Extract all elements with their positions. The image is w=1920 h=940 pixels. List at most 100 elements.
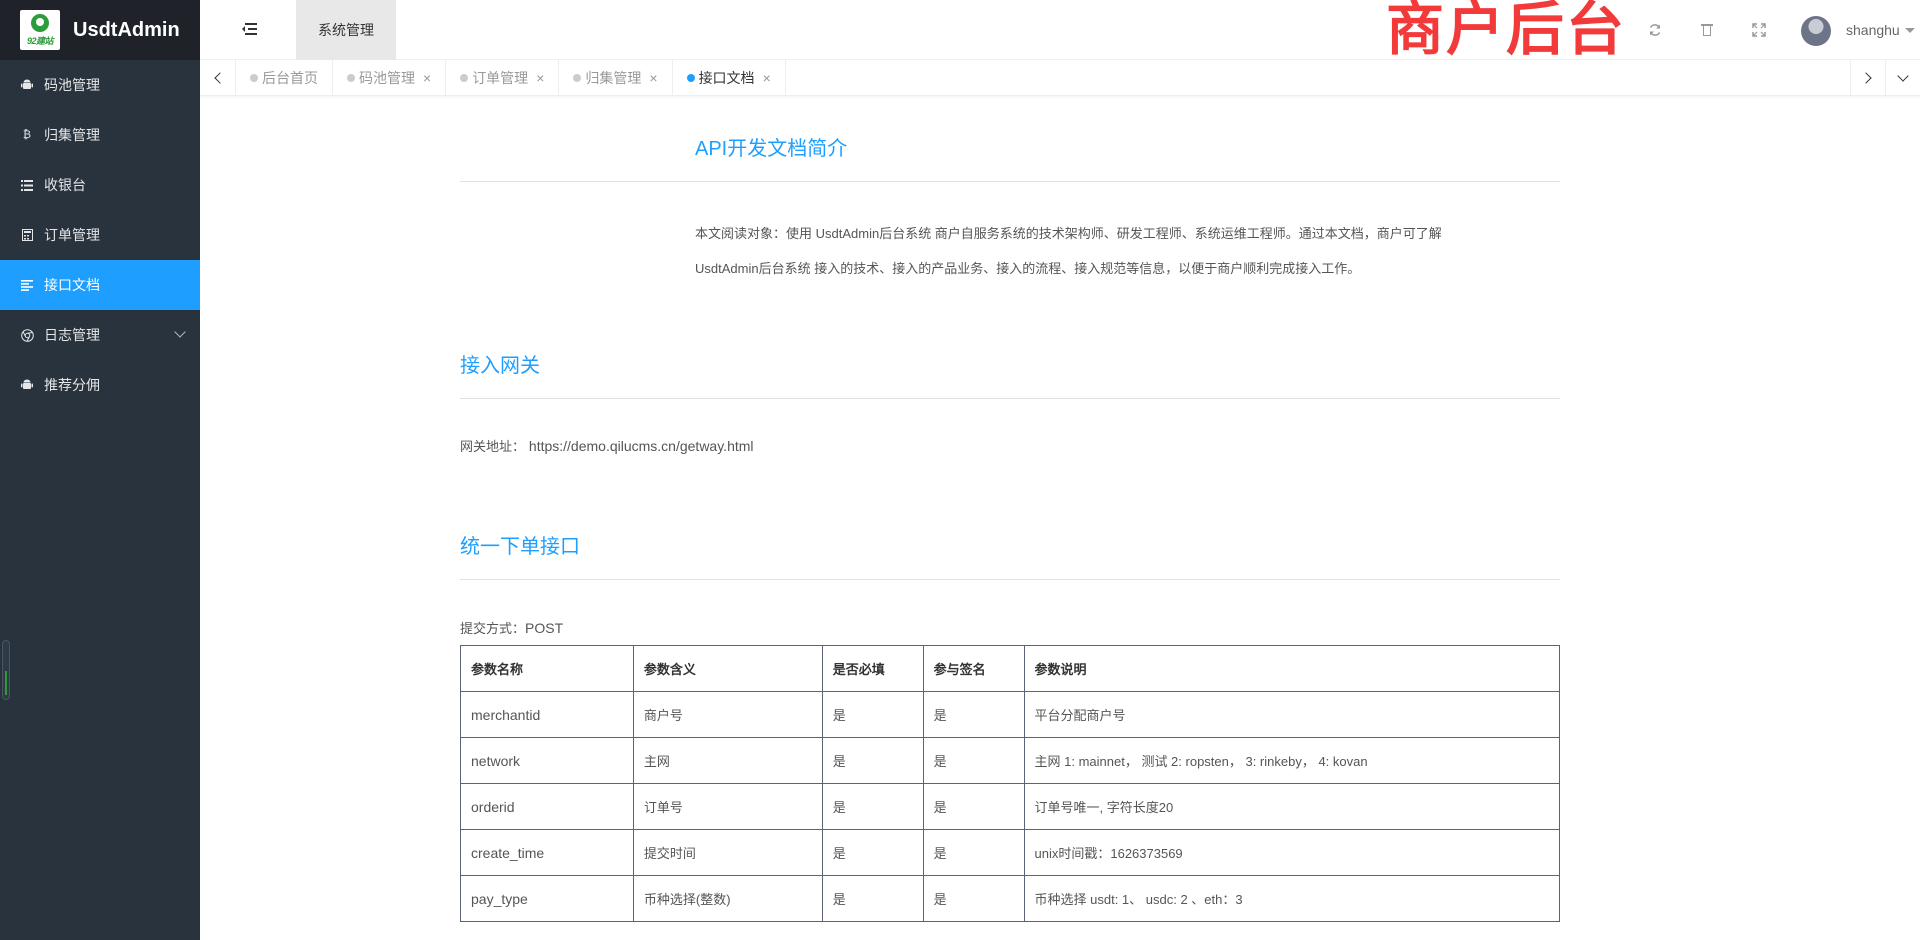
table-cell: 是 <box>922 783 1025 830</box>
sidebar-item-orders[interactable]: 订单管理 <box>0 210 200 260</box>
system-management-tab[interactable]: 系统管理 <box>296 0 396 60</box>
table-cell: 币种选择 usdt: 1、 usdc: 2 、eth：3 <box>1023 875 1560 922</box>
sidebar-item-logs[interactable]: 日志管理 <box>0 310 200 360</box>
intro-line: 本文阅读对象：使用 UsdtAdmin后台系统 商户自服务系统的技术架构师、研发… <box>695 226 1442 241</box>
tabs-prev-button[interactable] <box>200 60 236 96</box>
column-header: 参数含义 <box>632 645 823 692</box>
tab-label: 后台首页 <box>262 70 318 86</box>
top-header: 系统管理 商户后台 shanghu <box>200 0 1920 60</box>
params-table: 参数名称 参数含义 是否必填 参与签名 参数说明 merchantid 商户号 … <box>460 645 1560 922</box>
chevron-down-icon <box>174 326 186 338</box>
tab-label: 接口文档 <box>698 70 755 86</box>
table-row: network 主网 是 是 主网 1: mainnet， 测试 2: rops… <box>460 737 1560 784</box>
page-tabs-bar: 后台首页 码池管理 × 订单管理 × 归集管理 × 接口文档 × <box>200 60 1920 96</box>
username[interactable]: shanghu <box>1846 22 1900 38</box>
table-cell: 是 <box>821 783 924 830</box>
close-icon[interactable]: × <box>536 70 544 86</box>
caret-down-icon[interactable] <box>1905 28 1915 33</box>
table-cell: merchantid <box>460 691 634 738</box>
table-cell: unix时间戳：1626373569 <box>1023 829 1560 876</box>
android-icon <box>20 78 34 92</box>
sidebar: 92建站 UsdtAdmin 码池管理 ₿ 归集管理 收银台 订单管理 接口文档… <box>0 0 200 940</box>
tab-dot <box>573 74 582 82</box>
avatar[interactable] <box>1801 16 1831 46</box>
table-cell: 订单号唯一, 字符长度20 <box>1023 783 1560 830</box>
calculator-icon <box>20 228 34 242</box>
table-cell: pay_type <box>460 875 634 922</box>
sidebar-item-cashier[interactable]: 收银台 <box>0 160 200 210</box>
table-cell: 是 <box>821 737 924 784</box>
tab-list: 后台首页 码池管理 × 订单管理 × 归集管理 × 接口文档 × <box>236 60 786 96</box>
table-cell: 是 <box>922 829 1025 876</box>
intro-paragraph: 本文阅读对象：使用 UsdtAdmin后台系统 商户自服务系统的技术架构师、研发… <box>695 216 1535 286</box>
tab-orders[interactable]: 订单管理 × <box>446 60 560 96</box>
sidebar-item-label: 订单管理 <box>44 227 100 243</box>
tabs-next-button[interactable] <box>1850 60 1885 96</box>
table-cell: 币种选择(整数) <box>632 875 823 922</box>
tab-label: 归集管理 <box>585 70 642 86</box>
sidebar-item-code-pool[interactable]: 码池管理 <box>0 60 200 110</box>
tab-api-docs[interactable]: 接口文档 × <box>673 60 786 96</box>
refresh-icon[interactable] <box>1647 22 1663 38</box>
sidebar-item-label: 推荐分佣 <box>44 377 100 393</box>
tab-collection[interactable]: 归集管理 × <box>559 60 673 96</box>
chevron-left-icon <box>213 72 226 84</box>
table-cell: orderid <box>460 783 634 830</box>
tab-dot <box>686 74 695 82</box>
list-icon <box>20 178 34 192</box>
sidebar-item-referral[interactable]: 推荐分佣 <box>0 360 200 410</box>
logo[interactable]: 92建站 UsdtAdmin <box>0 0 200 60</box>
section-title-order: 统一下单接口 <box>460 536 580 558</box>
chrome-icon <box>20 328 34 342</box>
divider <box>460 181 1560 182</box>
menu-toggle-icon[interactable] <box>242 22 258 36</box>
gateway-address: 网关地址： https://demo.qilucms.cn/getway.htm… <box>460 436 754 455</box>
sidebar-item-api-docs[interactable]: 接口文档 <box>0 260 200 310</box>
submit-label: 提交方式： <box>460 621 526 636</box>
column-header: 是否必填 <box>821 645 924 692</box>
sidebar-menu: 码池管理 ₿ 归集管理 收银台 订单管理 接口文档 日志管理 推荐分佣 <box>0 60 200 410</box>
column-header: 参数说明 <box>1023 645 1560 692</box>
sidebar-item-collection[interactable]: ₿ 归集管理 <box>0 110 200 160</box>
tabs-menu-button[interactable] <box>1885 60 1920 96</box>
section-title-intro: API开发文档简介 <box>695 138 848 160</box>
table-row: pay_type 币种选择(整数) 是 是 币种选择 usdt: 1、 usdc… <box>460 875 1560 922</box>
table-cell: create_time <box>460 829 634 876</box>
table-row: create_time 提交时间 是 是 unix时间戳：1626373569 <box>460 829 1560 876</box>
table-cell: network <box>460 737 634 784</box>
table-cell: 是 <box>922 737 1025 784</box>
tab-code-pool[interactable]: 码池管理 × <box>333 60 447 96</box>
submit-method: 提交方式：POST <box>460 618 563 637</box>
chevron-down-icon <box>1897 70 1909 82</box>
section-title-gateway: 接入网关 <box>460 355 540 377</box>
column-header: 参与签名 <box>922 645 1025 692</box>
close-icon[interactable]: × <box>423 70 431 86</box>
table-cell: 主网 <box>632 737 823 784</box>
trash-icon[interactable] <box>1699 22 1715 38</box>
chevron-right-icon <box>1860 72 1872 84</box>
close-icon[interactable]: × <box>763 70 771 86</box>
tab-dot <box>460 74 469 82</box>
sidebar-item-label: 归集管理 <box>44 127 100 143</box>
tab-home[interactable]: 后台首页 <box>236 60 333 96</box>
sidebar-item-label: 接口文档 <box>44 277 100 293</box>
tab-label: 订单管理 <box>472 70 529 86</box>
gateway-url: https://demo.qilucms.cn/getway.html <box>528 438 754 454</box>
table-cell: 主网 1: mainnet， 测试 2: ropsten， 3: rinkeby… <box>1023 737 1560 784</box>
table-row: orderid 订单号 是 是 订单号唯一, 字符长度20 <box>460 783 1560 830</box>
submit-value: POST <box>525 620 564 636</box>
android-icon <box>20 378 34 392</box>
tab-dot <box>347 74 355 82</box>
tab-label: 码池管理 <box>359 70 415 86</box>
logo-image: 92建站 <box>20 10 60 50</box>
table-cell: 平台分配商户号 <box>1023 691 1560 738</box>
fullscreen-icon[interactable] <box>1751 22 1767 38</box>
divider <box>460 398 1560 399</box>
table-cell: 是 <box>821 875 924 922</box>
table-row: merchantid 商户号 是 是 平台分配商户号 <box>460 691 1560 738</box>
doc-content: API开发文档简介 本文阅读对象：使用 UsdtAdmin后台系统 商户自服务系… <box>460 96 1560 940</box>
bitcoin-icon: ₿ <box>22 129 32 141</box>
sidebar-scrollbar[interactable] <box>2 640 10 700</box>
close-icon[interactable]: × <box>649 70 657 86</box>
table-cell: 商户号 <box>632 691 823 738</box>
